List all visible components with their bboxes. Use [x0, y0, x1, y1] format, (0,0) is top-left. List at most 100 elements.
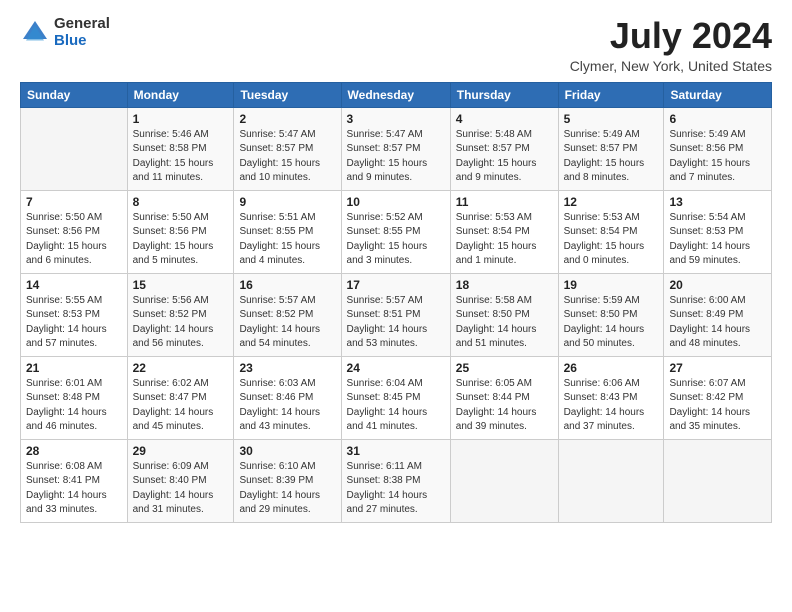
calendar-table: SundayMondayTuesdayWednesdayThursdayFrid… — [20, 82, 772, 523]
calendar-cell: 13 Sunrise: 5:54 AMSunset: 8:53 PMDayligh… — [664, 190, 772, 273]
day-number: 27 — [669, 361, 766, 375]
calendar-cell: 9Sunrise: 5:51 AMSunset: 8:55 PMDaylight… — [234, 190, 341, 273]
day-info: Sunrise: 6:10 AMSunset: 8:39 PMDaylight:… — [239, 460, 335, 518]
day-number: 7 — [26, 195, 122, 209]
day-info: Sunrise: 5:49 AMSunset: 8:56 PMDaylight:… — [669, 128, 766, 186]
calendar-cell: 12Sunrise: 5:53 AMSunset: 8:54 PMDayligh… — [558, 190, 664, 273]
day-number: 10 — [347, 195, 445, 209]
day-number: 13 — [669, 195, 766, 209]
calendar-cell: 16 Sunrise: 5:57 AMSunset: 8:52 PMDayligh… — [234, 273, 341, 356]
main-title: July 2024 — [570, 16, 772, 56]
day-number: 24 — [347, 361, 445, 375]
day-number: 25 — [456, 361, 553, 375]
calendar-cell — [664, 439, 772, 522]
calendar-cell: 30 Sunrise: 6:10 AMSunset: 8:39 PMDayligh… — [234, 439, 341, 522]
day-info: Sunrise: 5:55 AMSunset: 8:53 PMDaylight:… — [26, 294, 122, 352]
calendar-cell — [21, 107, 128, 190]
calendar-header-thursday: Thursday — [450, 82, 558, 107]
calendar-week-row-2: 7 Sunrise: 5:50 AMSunset: 8:56 PMDaylight… — [21, 190, 772, 273]
day-number: 17 — [347, 278, 445, 292]
calendar-cell: 2 Sunrise: 5:47 AMSunset: 8:57 PMDaylight… — [234, 107, 341, 190]
day-number: 11 — [456, 195, 553, 209]
day-info: Sunrise: 6:00 AMSunset: 8:49 PMDaylight:… — [669, 294, 766, 352]
day-info: Sunrise: 5:57 AMSunset: 8:51 PMDaylight:… — [347, 294, 445, 352]
calendar-cell: 8 Sunrise: 5:50 AMSunset: 8:56 PMDaylight… — [127, 190, 234, 273]
day-info: Sunrise: 5:57 AMSunset: 8:52 PMDaylight:… — [239, 294, 335, 352]
calendar-cell: 19 Sunrise: 5:59 AMSunset: 8:50 PMDayligh… — [558, 273, 664, 356]
day-number: 21 — [26, 361, 122, 375]
day-info: Sunrise: 5:59 AMSunset: 8:50 PMDaylight:… — [564, 294, 659, 352]
logo-text: General Blue — [54, 16, 110, 49]
title-block: July 2024 Clymer, New York, United State… — [570, 16, 772, 74]
calendar-header-monday: Monday — [127, 82, 234, 107]
calendar-cell: 20 Sunrise: 6:00 AMSunset: 8:49 PMDayligh… — [664, 273, 772, 356]
day-number: 2 — [239, 112, 335, 126]
logo-icon — [20, 18, 50, 48]
day-info: Sunrise: 5:47 AMSunset: 8:57 PMDaylight:… — [239, 128, 335, 186]
day-info: Sunrise: 5:50 AMSunset: 8:56 PMDaylight:… — [133, 211, 229, 269]
calendar-cell: 24Sunrise: 6:04 AMSunset: 8:45 PMDayligh… — [341, 356, 450, 439]
day-number: 5 — [564, 112, 659, 126]
day-info: Sunrise: 6:09 AMSunset: 8:40 PMDaylight:… — [133, 460, 229, 518]
day-info: Sunrise: 6:03 AMSunset: 8:46 PMDaylight:… — [239, 377, 335, 435]
calendar-cell: 17 Sunrise: 5:57 AMSunset: 8:51 PMDayligh… — [341, 273, 450, 356]
day-info: Sunrise: 6:11 AMSunset: 8:38 PMDaylight:… — [347, 460, 445, 518]
calendar-header-wednesday: Wednesday — [341, 82, 450, 107]
logo-blue-text: Blue — [54, 32, 87, 49]
day-number: 16 — [239, 278, 335, 292]
calendar-cell: 31 Sunrise: 6:11 AMSunset: 8:38 PMDayligh… — [341, 439, 450, 522]
day-number: 18 — [456, 278, 553, 292]
day-number: 30 — [239, 444, 335, 458]
day-info: Sunrise: 6:06 AMSunset: 8:43 PMDaylight:… — [564, 377, 659, 435]
calendar-cell: 11Sunrise: 5:53 AMSunset: 8:54 PMDayligh… — [450, 190, 558, 273]
calendar-cell: 5Sunrise: 5:49 AMSunset: 8:57 PMDaylight… — [558, 107, 664, 190]
day-number: 29 — [133, 444, 229, 458]
calendar-header-saturday: Saturday — [664, 82, 772, 107]
calendar-week-row-5: 28 Sunrise: 6:08 AMSunset: 8:41 PMDayligh… — [21, 439, 772, 522]
day-number: 1 — [133, 112, 229, 126]
day-info: Sunrise: 6:02 AMSunset: 8:47 PMDaylight:… — [133, 377, 229, 435]
day-number: 3 — [347, 112, 445, 126]
day-info: Sunrise: 5:51 AMSunset: 8:55 PMDaylight:… — [239, 211, 335, 269]
calendar-cell: 14 Sunrise: 5:55 AMSunset: 8:53 PMDayligh… — [21, 273, 128, 356]
calendar-header-row: SundayMondayTuesdayWednesdayThursdayFrid… — [21, 82, 772, 107]
day-number: 20 — [669, 278, 766, 292]
calendar-week-row-4: 21 Sunrise: 6:01 AMSunset: 8:48 PMDayligh… — [21, 356, 772, 439]
day-info: Sunrise: 5:47 AMSunset: 8:57 PMDaylight:… — [347, 128, 445, 186]
calendar-header-tuesday: Tuesday — [234, 82, 341, 107]
day-info: Sunrise: 5:53 AMSunset: 8:54 PMDaylight:… — [564, 211, 659, 269]
day-number: 28 — [26, 444, 122, 458]
calendar-cell: 29 Sunrise: 6:09 AMSunset: 8:40 PMDayligh… — [127, 439, 234, 522]
day-info: Sunrise: 5:58 AMSunset: 8:50 PMDaylight:… — [456, 294, 553, 352]
day-number: 22 — [133, 361, 229, 375]
calendar-cell: 6Sunrise: 5:49 AMSunset: 8:56 PMDaylight… — [664, 107, 772, 190]
day-number: 31 — [347, 444, 445, 458]
day-info: Sunrise: 5:56 AMSunset: 8:52 PMDaylight:… — [133, 294, 229, 352]
day-info: Sunrise: 5:50 AMSunset: 8:56 PMDaylight:… — [26, 211, 122, 269]
calendar-cell: 25 Sunrise: 6:05 AMSunset: 8:44 PMDayligh… — [450, 356, 558, 439]
day-number: 8 — [133, 195, 229, 209]
calendar-cell: 26Sunrise: 6:06 AMSunset: 8:43 PMDayligh… — [558, 356, 664, 439]
day-info: Sunrise: 5:54 AMSunset: 8:53 PMDaylight:… — [669, 211, 766, 269]
day-number: 19 — [564, 278, 659, 292]
day-number: 14 — [26, 278, 122, 292]
day-info: Sunrise: 5:46 AMSunset: 8:58 PMDaylight:… — [133, 128, 229, 186]
day-info: Sunrise: 5:52 AMSunset: 8:55 PMDaylight:… — [347, 211, 445, 269]
calendar-cell — [558, 439, 664, 522]
day-number: 4 — [456, 112, 553, 126]
calendar-header-sunday: Sunday — [21, 82, 128, 107]
header: General Blue July 2024 Clymer, New York,… — [20, 16, 772, 74]
calendar-header-friday: Friday — [558, 82, 664, 107]
calendar-cell: 21 Sunrise: 6:01 AMSunset: 8:48 PMDayligh… — [21, 356, 128, 439]
day-number: 15 — [133, 278, 229, 292]
day-number: 23 — [239, 361, 335, 375]
subtitle: Clymer, New York, United States — [570, 58, 772, 74]
calendar-cell: 4 Sunrise: 5:48 AMSunset: 8:57 PMDaylight… — [450, 107, 558, 190]
day-info: Sunrise: 6:08 AMSunset: 8:41 PMDaylight:… — [26, 460, 122, 518]
day-info: Sunrise: 5:48 AMSunset: 8:57 PMDaylight:… — [456, 128, 553, 186]
calendar-week-row-1: 1 Sunrise: 5:46 AMSunset: 8:58 PMDaylight… — [21, 107, 772, 190]
day-info: Sunrise: 6:01 AMSunset: 8:48 PMDaylight:… — [26, 377, 122, 435]
calendar-week-row-3: 14 Sunrise: 5:55 AMSunset: 8:53 PMDayligh… — [21, 273, 772, 356]
day-info: Sunrise: 6:05 AMSunset: 8:44 PMDaylight:… — [456, 377, 553, 435]
calendar-cell: 7 Sunrise: 5:50 AMSunset: 8:56 PMDaylight… — [21, 190, 128, 273]
